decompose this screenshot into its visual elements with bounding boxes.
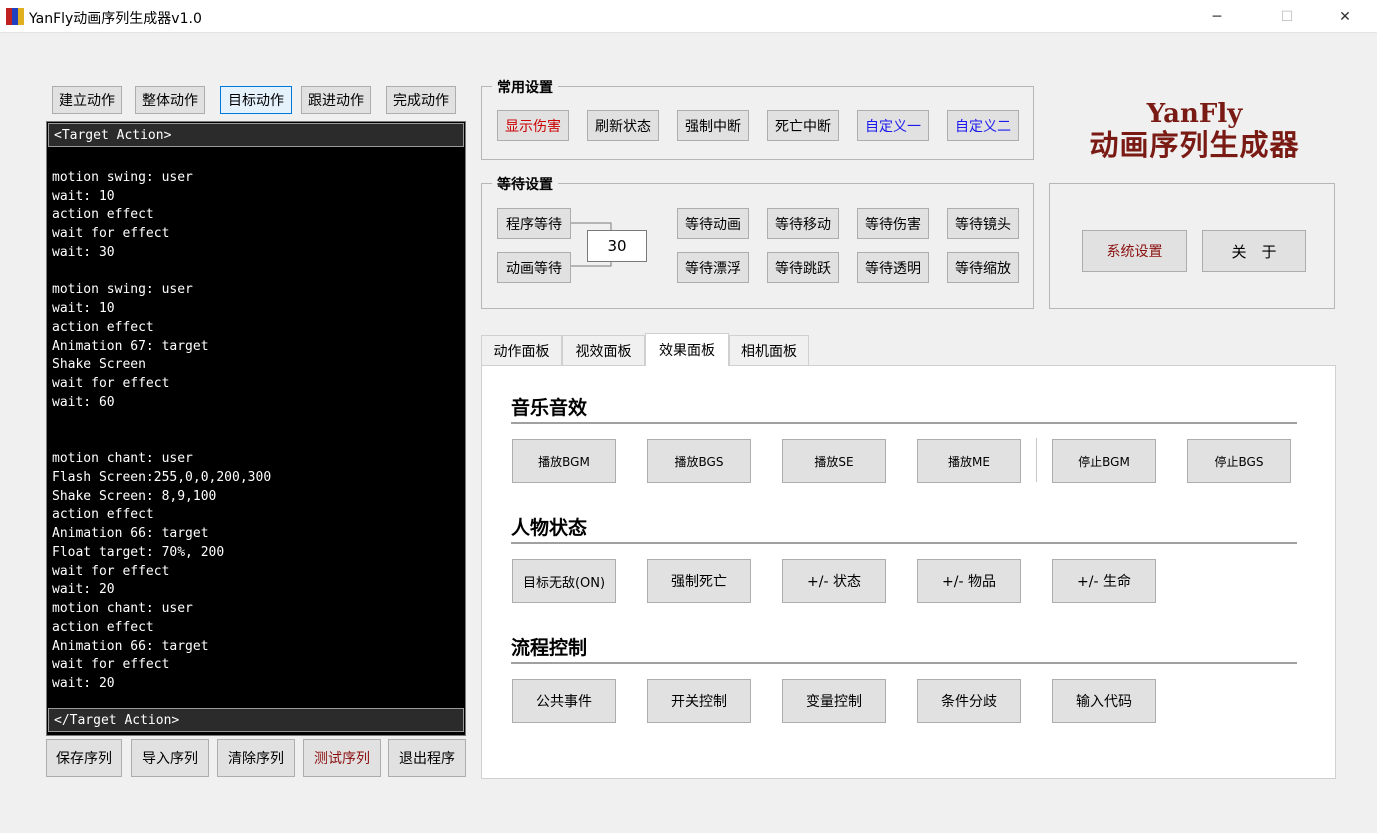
animation-wait-button[interactable]: 动画等待 [497, 252, 571, 283]
wait-opacity-button[interactable]: 等待透明 [857, 252, 929, 283]
tab-whole-action[interactable]: 整体动作 [135, 86, 205, 114]
exit-program-button[interactable]: 退出程序 [388, 739, 466, 777]
wait-camera-button[interactable]: 等待镜头 [947, 208, 1019, 239]
stop-bgm-button[interactable]: 停止BGM [1052, 439, 1156, 483]
wait-settings-title: 等待设置 [492, 174, 558, 194]
wait-animation-button[interactable]: 等待动画 [677, 208, 749, 239]
close-button[interactable]: ✕ [1322, 0, 1368, 33]
section-title-flow: 流程控制 [511, 637, 588, 659]
wait-float-button[interactable]: 等待漂浮 [677, 252, 749, 283]
wait-settings-group: 等待设置 [481, 174, 1034, 309]
refresh-status-button[interactable]: 刷新状态 [587, 110, 659, 141]
section-title-music: 音乐音效 [511, 397, 588, 419]
maximize-icon: ☐ [1280, 8, 1294, 25]
effect-panel: 音乐音效 播放BGM 播放BGS 播放SE 播放ME 停止BGM 停止BGS 人… [481, 365, 1336, 779]
section-divider [511, 662, 1297, 664]
editor-header: <Target Action> [48, 123, 464, 147]
tab-follow-action[interactable]: 跟进动作 [301, 86, 371, 114]
title-bar: YanFly动画序列生成器v1.0 ─ ☐ ✕ [0, 0, 1377, 33]
program-wait-button[interactable]: 程序等待 [497, 208, 571, 239]
music-separator [1036, 438, 1037, 482]
section-divider [511, 542, 1297, 544]
wait-jump-button[interactable]: 等待跳跃 [767, 252, 839, 283]
maximize-button[interactable]: ☐ [1264, 0, 1310, 33]
modify-item-button[interactable]: +/- 物品 [917, 559, 1021, 603]
stop-bgs-button[interactable]: 停止BGS [1187, 439, 1291, 483]
wait-damage-button[interactable]: 等待伤害 [857, 208, 929, 239]
editor-footer: </Target Action> [48, 708, 464, 732]
tab-build-action[interactable]: 建立动作 [52, 86, 122, 114]
variable-control-button[interactable]: 变量控制 [782, 679, 886, 723]
sequence-editor[interactable]: <Target Action> motion swing: user wait:… [46, 121, 466, 736]
wait-move-button[interactable]: 等待移动 [767, 208, 839, 239]
tab-visual-panel[interactable]: 视效面板 [562, 335, 645, 366]
play-bgm-button[interactable]: 播放BGM [512, 439, 616, 483]
logo-chinese: 动画序列生成器 [1089, 128, 1300, 162]
play-me-button[interactable]: 播放ME [917, 439, 1021, 483]
death-interrupt-button[interactable]: 死亡中断 [767, 110, 839, 141]
switch-control-button[interactable]: 开关控制 [647, 679, 751, 723]
force-death-button[interactable]: 强制死亡 [647, 559, 751, 603]
close-icon: ✕ [1339, 8, 1351, 25]
window-title: YanFly动画序列生成器v1.0 [29, 11, 202, 27]
tab-action-panel[interactable]: 动作面板 [481, 335, 562, 366]
tab-finish-action[interactable]: 完成动作 [386, 86, 456, 114]
about-button[interactable]: 关 于 [1202, 230, 1306, 272]
play-se-button[interactable]: 播放SE [782, 439, 886, 483]
test-sequence-button[interactable]: 测试序列 [303, 739, 381, 777]
common-event-button[interactable]: 公共事件 [512, 679, 616, 723]
force-interrupt-button[interactable]: 强制中断 [677, 110, 749, 141]
show-damage-button[interactable]: 显示伤害 [497, 110, 569, 141]
app-icon [6, 8, 24, 25]
wait-zoom-button[interactable]: 等待缩放 [947, 252, 1019, 283]
sequence-code[interactable]: motion swing: user wait: 10 action effec… [52, 150, 462, 706]
minimize-button[interactable]: ─ [1194, 0, 1240, 33]
system-settings-button[interactable]: 系统设置 [1082, 230, 1187, 272]
save-sequence-button[interactable]: 保存序列 [46, 739, 122, 777]
conditional-branch-button[interactable]: 条件分歧 [917, 679, 1021, 723]
custom-one-button[interactable]: 自定义一 [857, 110, 929, 141]
tab-target-action[interactable]: 目标动作 [220, 86, 292, 114]
play-bgs-button[interactable]: 播放BGS [647, 439, 751, 483]
target-invincible-button[interactable]: 目标无敌(ON) [512, 559, 616, 603]
section-title-character: 人物状态 [511, 517, 588, 539]
modify-hp-button[interactable]: +/- 生命 [1052, 559, 1156, 603]
section-divider [511, 422, 1297, 424]
modify-state-button[interactable]: +/- 状态 [782, 559, 886, 603]
app-logo: YanFly 动画序列生成器 [1072, 100, 1317, 162]
custom-two-button[interactable]: 自定义二 [947, 110, 1019, 141]
minimize-icon: ─ [1212, 8, 1222, 25]
import-sequence-button[interactable]: 导入序列 [131, 739, 209, 777]
logo-english: YanFly [1146, 99, 1243, 129]
clear-sequence-button[interactable]: 清除序列 [217, 739, 295, 777]
wait-frames-input[interactable]: 30 [587, 230, 647, 262]
common-settings-title: 常用设置 [492, 77, 558, 97]
tab-camera-panel[interactable]: 相机面板 [729, 335, 809, 366]
input-code-button[interactable]: 输入代码 [1052, 679, 1156, 723]
tab-effect-panel[interactable]: 效果面板 [645, 333, 729, 366]
